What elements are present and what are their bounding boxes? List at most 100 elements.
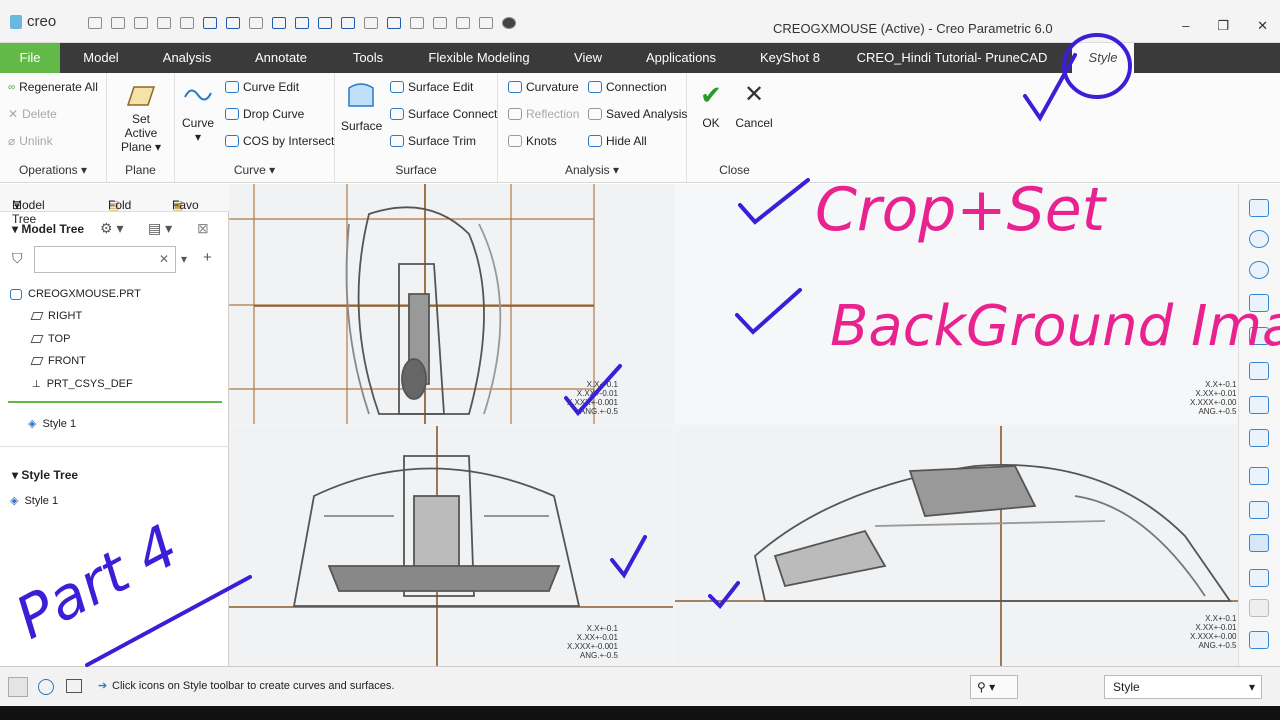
tree-search-input[interactable]: ✕ [34, 246, 176, 273]
window-title: CREOGXMOUSE (Active) - Creo Parametric 6… [773, 21, 1053, 36]
saved-analysis-button[interactable]: Saved Analysis [588, 107, 687, 121]
view-icon-4[interactable] [341, 17, 355, 29]
tree-settings-icon[interactable]: ⚙ ▾ [100, 220, 123, 237]
unlink-button[interactable]: ⌀ Unlink [8, 134, 53, 148]
tab-flexible-modeling[interactable]: Flexible Modeling [420, 43, 538, 73]
tree-item-front[interactable]: FRONT [30, 355, 86, 367]
curve-group-label[interactable]: Curve ▾ [175, 163, 334, 177]
close-window-icon[interactable] [249, 17, 263, 29]
view-icon-3[interactable] [318, 17, 332, 29]
grid-icon[interactable] [1249, 599, 1269, 617]
style-tree-header[interactable]: ▾ Style Tree [12, 468, 78, 482]
delete-button[interactable]: ✕ Delete [8, 107, 57, 121]
curve-network-icon[interactable] [1249, 467, 1269, 485]
cancel-button[interactable]: ✕ Cancel [733, 81, 775, 130]
view-manager-icon[interactable] [1249, 396, 1269, 414]
close-button[interactable]: ✕ [1257, 18, 1268, 34]
tab-applications[interactable]: Applications [638, 43, 724, 73]
viewport-pane-front[interactable]: X.X+-0.1 X.XX+-0.01 X.XXX+-0.001 ANG.+-0… [229, 426, 673, 666]
style-tree-item[interactable]: ◈ Style 1 [10, 494, 58, 508]
windows-icon[interactable] [226, 17, 240, 29]
analysis-group-label[interactable]: Analysis ▾ [498, 163, 686, 177]
view-icon-7[interactable] [410, 17, 424, 29]
surface-edit-button[interactable]: Surface Edit [390, 80, 473, 94]
right-label: RIGHT [48, 310, 83, 322]
view-icon-6[interactable] [387, 17, 401, 29]
show-navigator-icon[interactable] [8, 677, 28, 697]
surface-connect-button[interactable]: Surface Connect [390, 107, 497, 121]
redo-icon[interactable] [180, 17, 194, 29]
selection-filter-dropdown[interactable]: Style ▾ [1104, 675, 1262, 699]
surface-button[interactable]: Surface [341, 80, 382, 133]
saved-orientations-icon[interactable] [1249, 327, 1269, 345]
tree-root-part[interactable]: CREOGXMOUSE.PRT [10, 288, 141, 300]
tab-tools[interactable]: Tools [342, 43, 394, 73]
tree-columns-icon[interactable]: ▤ ▾ [148, 220, 172, 237]
curvature-label: Curvature [526, 80, 579, 94]
zoom-in-icon[interactable] [1249, 230, 1269, 248]
repaint-icon[interactable] [1249, 294, 1269, 312]
clear-search-icon[interactable]: ✕ [159, 252, 169, 266]
reflection-button[interactable]: Reflection [508, 107, 579, 121]
tab-model[interactable]: Model [70, 43, 132, 73]
tab-style[interactable]: Style [1072, 43, 1134, 73]
view-icon-2[interactable] [295, 17, 309, 29]
add-icon[interactable]: + [203, 249, 212, 266]
connection-button[interactable]: Connection [588, 80, 667, 94]
view-icon-1[interactable] [272, 17, 286, 29]
tree-filter-options-icon[interactable]: ⊠ [197, 220, 209, 237]
tab-creo-hindi-tutorial[interactable]: CREO_Hindi Tutorial- PruneCAD [852, 43, 1052, 73]
connection-label: Connection [606, 80, 667, 94]
sphere-icon[interactable] [502, 17, 516, 29]
display-style-icon[interactable] [1249, 362, 1269, 380]
browser-icon[interactable] [38, 679, 54, 695]
viewport-pane-top[interactable]: X.X+-0.1 X.XX+-0.01 X.XXX+-0.001 ANG.+-0… [229, 184, 673, 424]
tab-file[interactable]: File [0, 43, 60, 73]
active-plane-icon[interactable] [1249, 569, 1269, 587]
tab-keyshot[interactable]: KeyShot 8 [750, 43, 830, 73]
knots-button[interactable]: Knots [508, 134, 557, 148]
operations-group-label[interactable]: Operations ▾ [0, 163, 106, 177]
new-file-icon[interactable] [88, 17, 102, 29]
cos-by-intersect-button[interactable]: COS by Intersect [225, 134, 334, 148]
model-tree-header[interactable]: ▾ Model Tree [12, 222, 84, 236]
four-view-icon[interactable] [1249, 534, 1269, 552]
viewport-pane-right-empty[interactable]: X.X+-0.1 X.XX+-0.01 X.XXX+-0.00 ANG.+-0.… [675, 184, 1238, 424]
curve-edit-button[interactable]: Curve Edit [225, 80, 299, 94]
appearance-icon[interactable] [479, 17, 493, 29]
curve-button[interactable]: Curve ▾ [180, 85, 216, 144]
surface-trim-button[interactable]: Surface Trim [390, 134, 476, 148]
tree-item-top[interactable]: TOP [30, 333, 70, 345]
tab-analysis[interactable]: Analysis [152, 43, 222, 73]
ok-button[interactable]: ✔ OK [693, 81, 729, 130]
search-dropdown-icon[interactable]: ▾ [181, 252, 187, 266]
full-screen-icon[interactable] [66, 679, 82, 693]
tree-item-right[interactable]: RIGHT [30, 310, 83, 322]
maximize-button[interactable]: ❐ [1217, 18, 1229, 34]
annotation-display-icon[interactable] [1249, 501, 1269, 519]
tree-item-csys[interactable]: ⊥ PRT_CSYS_DEF [32, 378, 133, 390]
graphics-viewport[interactable]: X.X+-0.1 X.XX+-0.01 X.XXX+-0.001 ANG.+-0… [229, 184, 1238, 666]
regenerate-icon[interactable] [203, 17, 217, 29]
view-icon-9[interactable] [456, 17, 470, 29]
find-button[interactable]: ⚲ ▾ [970, 675, 1018, 699]
save-icon[interactable] [134, 17, 148, 29]
viewport-pane-side[interactable]: X.X+-0.1 X.XX+-0.01 X.XXX+-0.00 ANG.+-0.… [675, 426, 1238, 666]
tangent-icon[interactable] [1249, 631, 1269, 649]
view-icon-8[interactable] [433, 17, 447, 29]
hide-all-button[interactable]: Hide All [588, 134, 647, 148]
drop-curve-button[interactable]: Drop Curve [225, 107, 304, 121]
tab-annotate[interactable]: Annotate [244, 43, 318, 73]
curvature-button[interactable]: Curvature [508, 80, 579, 94]
regenerate-all-button[interactable]: ∞ Regenerate All [8, 80, 98, 94]
minimize-button[interactable]: – [1182, 18, 1189, 34]
datum-display-icon[interactable] [1249, 429, 1269, 447]
set-active-plane-button[interactable]: Set Active Plane ▾ [115, 83, 167, 154]
refit-icon[interactable] [1249, 199, 1269, 217]
undo-icon[interactable] [157, 17, 171, 29]
open-file-icon[interactable] [111, 17, 125, 29]
tree-item-style-1[interactable]: ◈ Style 1 [28, 417, 76, 431]
zoom-out-icon[interactable] [1249, 261, 1269, 279]
tab-view[interactable]: View [566, 43, 610, 73]
view-icon-5[interactable] [364, 17, 378, 29]
